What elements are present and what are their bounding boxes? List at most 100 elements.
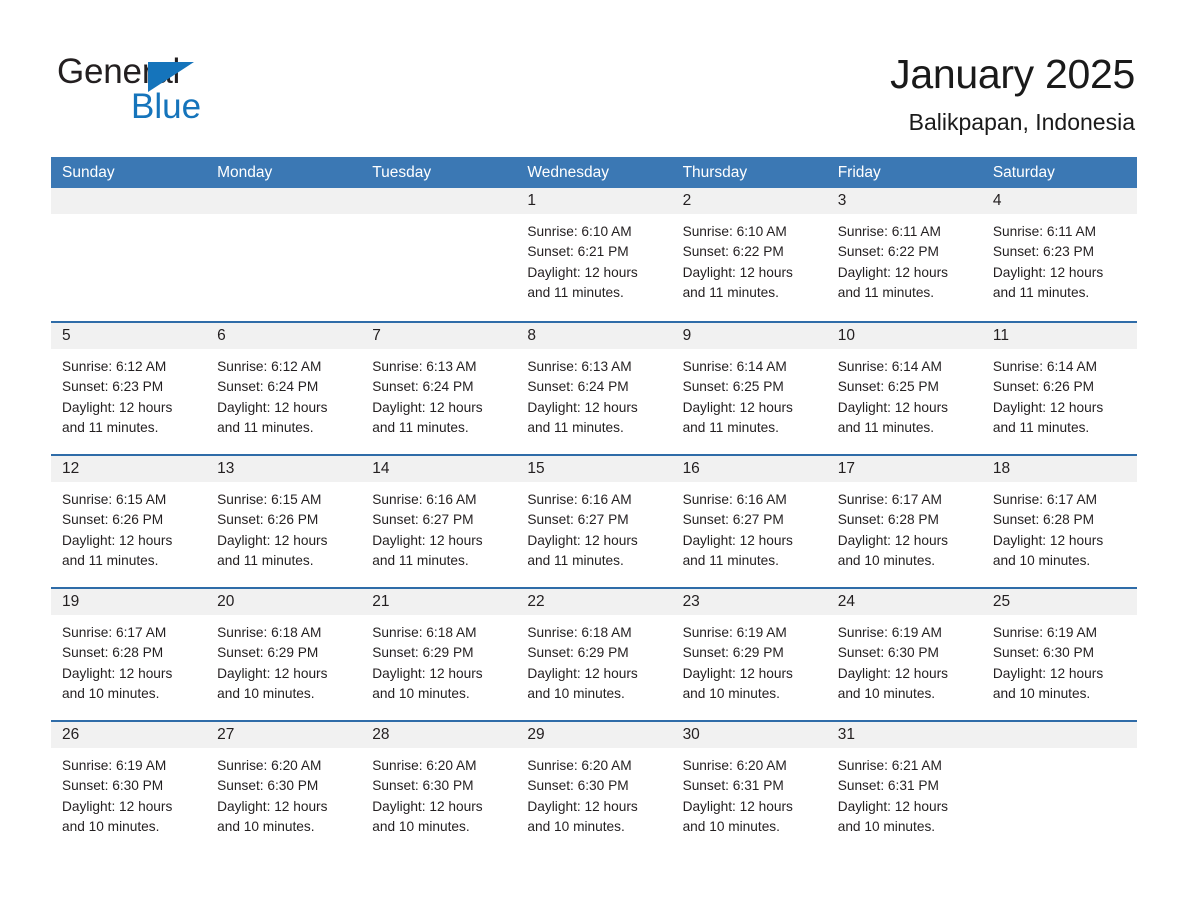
sunrise-text: Sunrise: 6:12 AM bbox=[217, 359, 322, 374]
daylight-text: Daylight: 12 hours and 10 minutes. bbox=[992, 532, 1104, 568]
daylight-text: Daylight: 12 hours and 10 minutes. bbox=[682, 798, 793, 834]
sunset-text: Sunset: 6:28 PM bbox=[992, 512, 1095, 528]
sunrise-text: Sunrise: 6:20 AM bbox=[527, 758, 632, 773]
sunset-text: Sunset: 6:26 PM bbox=[217, 512, 319, 528]
day-number: 11 bbox=[992, 327, 1009, 344]
daylight-text: Daylight: 12 hours and 11 minutes. bbox=[372, 399, 483, 435]
calendar-day-cell[interactable]: 8 Sunrise: 6:13 AM Sunset: 6:24 PM Daylight… bbox=[516, 323, 672, 454]
calendar-week-row: 26 Sunrise: 6:19 AM Sunset: 6:30 PM Dayligh… bbox=[51, 720, 1137, 853]
calendar-day-cell[interactable]: 12 Sunrise: 6:15 AM Sunset: 6:26 PM Dayligh… bbox=[51, 456, 207, 587]
daylight-text: Daylight: 12 hours and 11 minutes. bbox=[62, 532, 173, 568]
calendar-day-cell[interactable]: 4 Sunrise: 6:11 AM Sunset: 6:23 PM Daylight… bbox=[981, 188, 1137, 321]
calendar-day-cell[interactable]: 7 Sunrise: 6:13 AM Sunset: 6:24 PM Daylight… bbox=[361, 323, 517, 454]
daylight-text: Daylight: 12 hours and 11 minutes. bbox=[682, 264, 793, 300]
sunset-text: Sunset: 6:30 PM bbox=[217, 778, 319, 794]
sunrise-text: Sunrise: 6:12 AM bbox=[62, 359, 167, 374]
sunrise-text: Sunrise: 6:15 AM bbox=[62, 492, 167, 507]
day-number: 20 bbox=[217, 593, 235, 610]
day-number-band: 18 bbox=[981, 456, 1137, 482]
day-number: 23 bbox=[682, 593, 700, 610]
day-number-band: 27 bbox=[206, 722, 362, 748]
sunset-text: Sunset: 6:29 PM bbox=[682, 645, 784, 661]
calendar-day-cell[interactable]: 10 Sunrise: 6:14 AM Sunset: 6:25 PM Dayligh… bbox=[826, 323, 982, 454]
calendar-day-cell[interactable]: 30 Sunrise: 6:20 AM Sunset: 6:31 PM Dayligh… bbox=[671, 722, 827, 853]
calendar-grid: Sunday Monday Tuesday Wednesday Thursday… bbox=[51, 157, 1137, 853]
day-details: Sunrise: 6:14 AM Sunset: 6:25 PM Daylight:… bbox=[827, 349, 982, 438]
calendar-day-cell[interactable]: 28 Sunrise: 6:20 AM Sunset: 6:30 PM Dayligh… bbox=[361, 722, 517, 853]
day-number: 28 bbox=[372, 726, 390, 743]
day-number-band: 20 bbox=[206, 589, 362, 615]
calendar-day-cell[interactable]: 21 Sunrise: 6:18 AM Sunset: 6:29 PM Dayligh… bbox=[361, 589, 517, 720]
sunset-text: Sunset: 6:25 PM bbox=[682, 379, 784, 395]
page-title: January 2025 bbox=[890, 51, 1135, 97]
sunrise-text: Sunrise: 6:19 AM bbox=[992, 625, 1098, 640]
sunset-text: Sunset: 6:23 PM bbox=[992, 244, 1095, 260]
day-number-band: 11 bbox=[981, 323, 1137, 349]
calendar-day-cell[interactable]: 5 Sunrise: 6:12 AM Sunset: 6:23 PM Daylight… bbox=[51, 323, 207, 454]
weekday-header-monday: Monday bbox=[217, 164, 273, 181]
title-block: January 2025 Balikpapan, Indonesia bbox=[890, 48, 1135, 138]
calendar-day-cell[interactable]: 20 Sunrise: 6:18 AM Sunset: 6:29 PM Dayligh… bbox=[206, 589, 362, 720]
sunset-text: Sunset: 6:27 PM bbox=[527, 512, 629, 528]
calendar-day-cell[interactable]: 24 Sunrise: 6:19 AM Sunset: 6:30 PM Dayligh… bbox=[826, 589, 982, 720]
calendar-day-cell[interactable]: 19 Sunrise: 6:17 AM Sunset: 6:28 PM Dayligh… bbox=[51, 589, 207, 720]
sunset-text: Sunset: 6:31 PM bbox=[682, 778, 784, 794]
sunset-text: Sunset: 6:22 PM bbox=[837, 244, 939, 260]
day-details: Sunrise: 6:19 AM Sunset: 6:30 PM Daylight:… bbox=[982, 615, 1137, 704]
calendar-day-cell[interactable]: 23 Sunrise: 6:19 AM Sunset: 6:29 PM Dayligh… bbox=[671, 589, 827, 720]
calendar-day-cell[interactable]: 1 Sunrise: 6:10 AM Sunset: 6:21 PM Daylight… bbox=[516, 188, 672, 321]
sunrise-text: Sunrise: 6:11 AM bbox=[837, 224, 941, 239]
day-number-band: 16 bbox=[671, 456, 827, 482]
day-number-band: 9 bbox=[671, 323, 827, 349]
calendar-day-cell[interactable]: 13 Sunrise: 6:15 AM Sunset: 6:26 PM Dayligh… bbox=[206, 456, 362, 587]
day-number-band: 19 bbox=[51, 589, 207, 615]
sunset-text: Sunset: 6:25 PM bbox=[837, 379, 939, 395]
day-number-band: 26 bbox=[51, 722, 207, 748]
day-details: Sunrise: 6:19 AM Sunset: 6:30 PM Daylight:… bbox=[827, 615, 982, 704]
calendar-day-cell[interactable]: 14 Sunrise: 6:16 AM Sunset: 6:27 PM Dayligh… bbox=[361, 456, 517, 587]
calendar-day-cell[interactable]: 11 Sunrise: 6:14 AM Sunset: 6:26 PM Dayligh… bbox=[981, 323, 1137, 454]
calendar-day-cell[interactable]: 15 Sunrise: 6:16 AM Sunset: 6:27 PM Dayligh… bbox=[516, 456, 672, 587]
day-number: 6 bbox=[217, 327, 226, 344]
sunset-text: Sunset: 6:26 PM bbox=[62, 512, 164, 528]
calendar-day-cell[interactable]: 17 Sunrise: 6:17 AM Sunset: 6:28 PM Dayligh… bbox=[826, 456, 982, 587]
day-number-band: 2 bbox=[671, 188, 827, 214]
day-number-band: 24 bbox=[826, 589, 982, 615]
sunrise-text: Sunrise: 6:16 AM bbox=[372, 492, 477, 507]
calendar-day-cell[interactable]: 16 Sunrise: 6:16 AM Sunset: 6:27 PM Dayligh… bbox=[671, 456, 827, 587]
calendar-day-cell[interactable]: 6 Sunrise: 6:12 AM Sunset: 6:24 PM Daylight… bbox=[206, 323, 362, 454]
day-number: 9 bbox=[682, 327, 692, 344]
sunrise-text: Sunrise: 6:19 AM bbox=[682, 625, 787, 640]
calendar-day-cell[interactable]: 2 Sunrise: 6:10 AM Sunset: 6:22 PM Daylight… bbox=[671, 188, 827, 321]
sunrise-text: Sunrise: 6:11 AM bbox=[992, 224, 1097, 239]
calendar-day-cell[interactable]: 9 Sunrise: 6:14 AM Sunset: 6:25 PM Daylight… bbox=[671, 323, 827, 454]
daylight-text: Daylight: 12 hours and 11 minutes. bbox=[527, 532, 638, 568]
sunrise-text: Sunrise: 6:18 AM bbox=[527, 625, 632, 640]
day-number-band: 12 bbox=[51, 456, 207, 482]
calendar-day-cell[interactable]: 18 Sunrise: 6:17 AM Sunset: 6:28 PM Dayligh… bbox=[981, 456, 1137, 587]
day-number: 12 bbox=[62, 460, 80, 477]
day-number: 14 bbox=[372, 460, 390, 477]
day-number: 15 bbox=[527, 460, 545, 477]
calendar-day-cell[interactable]: 31 Sunrise: 6:21 AM Sunset: 6:31 PM Dayligh… bbox=[826, 722, 982, 853]
daylight-text: Daylight: 12 hours and 10 minutes. bbox=[682, 665, 793, 701]
calendar-day-cell[interactable]: 29 Sunrise: 6:20 AM Sunset: 6:30 PM Dayligh… bbox=[516, 722, 672, 853]
sunrise-text: Sunrise: 6:17 AM bbox=[837, 492, 942, 507]
weekday-header-friday: Friday bbox=[837, 164, 881, 181]
day-number: 2 bbox=[682, 192, 692, 209]
sunrise-text: Sunrise: 6:14 AM bbox=[837, 359, 942, 374]
day-number: 1 bbox=[527, 192, 537, 209]
day-details: Sunrise: 6:15 AM Sunset: 6:26 PM Daylight:… bbox=[51, 482, 206, 571]
weekday-header-sunday: Sunday bbox=[62, 164, 115, 181]
calendar-day-cell[interactable]: 27 Sunrise: 6:20 AM Sunset: 6:30 PM Dayligh… bbox=[206, 722, 362, 853]
day-details: Sunrise: 6:16 AM Sunset: 6:27 PM Daylight:… bbox=[672, 482, 827, 571]
calendar-day-cell[interactable]: 22 Sunrise: 6:18 AM Sunset: 6:29 PM Dayligh… bbox=[516, 589, 672, 720]
day-number-band: 14 bbox=[361, 456, 517, 482]
calendar-day-cell[interactable]: 26 Sunrise: 6:19 AM Sunset: 6:30 PM Dayligh… bbox=[51, 722, 207, 853]
day-number-band: 17 bbox=[826, 456, 982, 482]
calendar-week-row: 12 Sunrise: 6:15 AM Sunset: 6:26 PM Dayligh… bbox=[51, 454, 1137, 587]
sunrise-text: Sunrise: 6:13 AM bbox=[527, 359, 632, 374]
calendar-day-cell[interactable]: 3 Sunrise: 6:11 AM Sunset: 6:22 PM Daylight… bbox=[826, 188, 982, 321]
daylight-text: Daylight: 12 hours and 11 minutes. bbox=[682, 399, 793, 435]
calendar-day-cell[interactable]: 25 Sunrise: 6:19 AM Sunset: 6:30 PM Dayligh… bbox=[981, 589, 1137, 720]
